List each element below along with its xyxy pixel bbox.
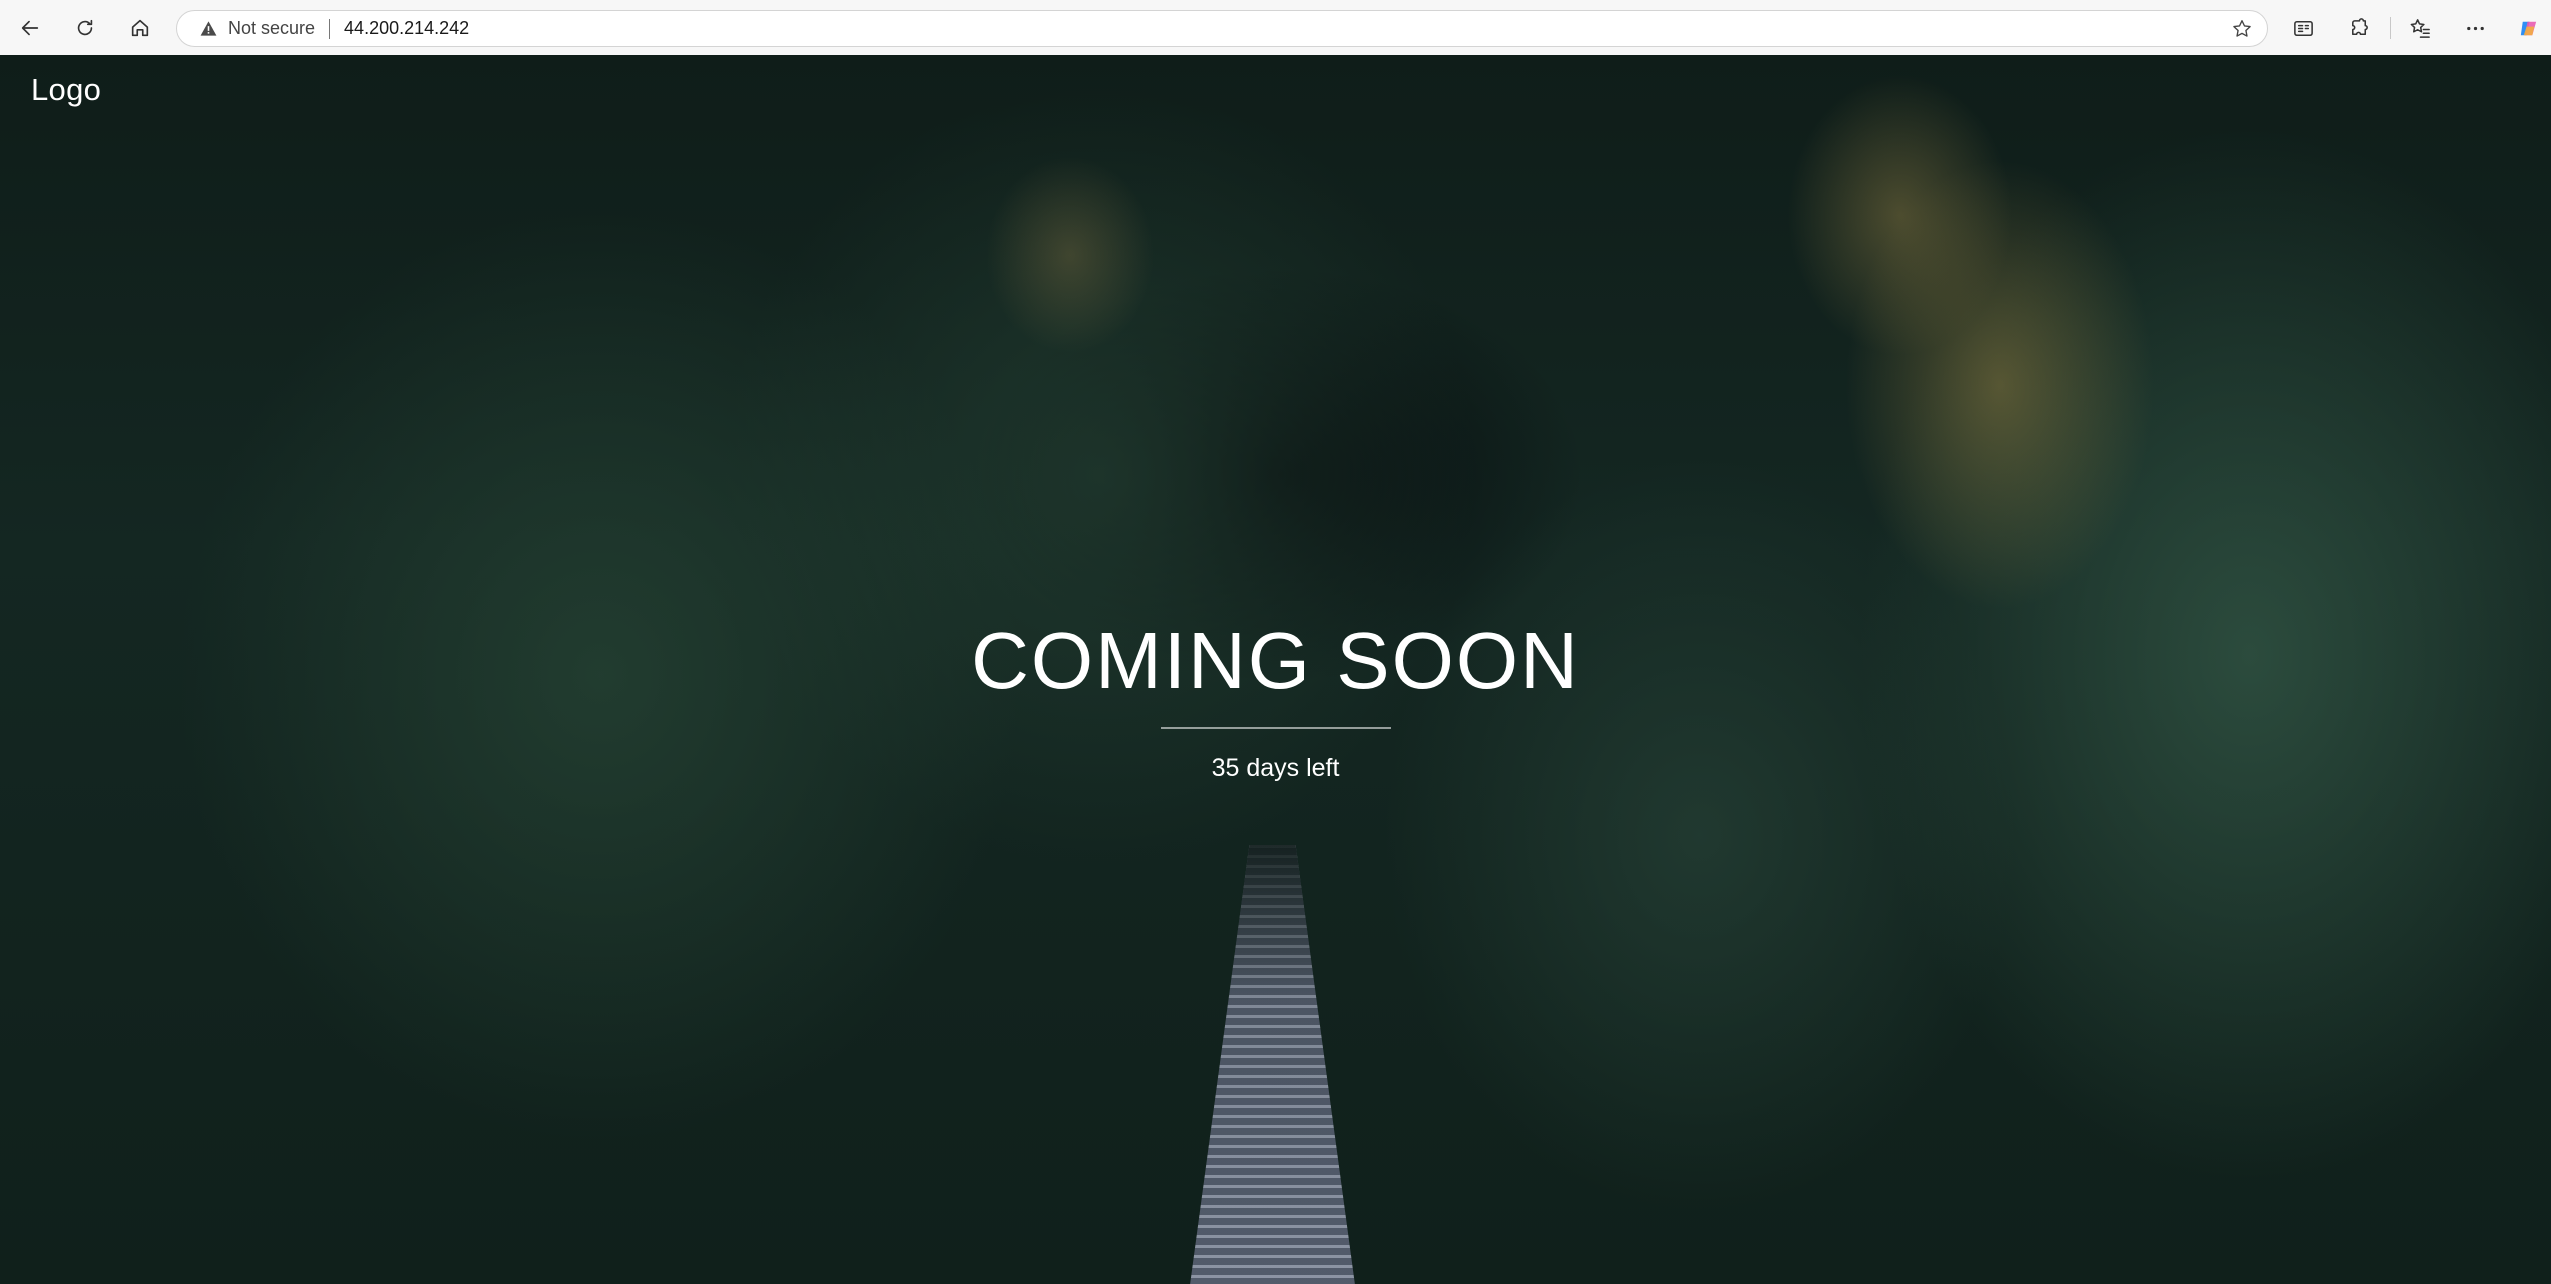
ellipsis-icon [2466, 26, 2484, 30]
reload-button[interactable] [68, 11, 102, 45]
settings-and-more-button[interactable] [2457, 11, 2493, 45]
page-viewport: Logo COMING SOON 35 days left [0, 55, 2551, 1284]
heading-divider [1161, 727, 1391, 729]
star-icon [2233, 20, 2251, 37]
add-favorite-button[interactable] [2231, 18, 2253, 40]
reload-icon [77, 19, 93, 36]
countdown-text: 35 days left [1211, 754, 1340, 782]
immersive-reader-icon [2293, 20, 2313, 36]
immersive-reader-button[interactable] [2285, 11, 2321, 45]
coming-soon-heading: COMING SOON [971, 616, 1580, 705]
copilot-button[interactable] [2510, 11, 2546, 45]
back-button[interactable] [13, 11, 47, 45]
url-separator [329, 18, 331, 39]
puzzle-piece-icon [2351, 17, 2368, 35]
toolbar-divider [2390, 17, 2391, 39]
back-arrow-icon [21, 20, 39, 36]
address-bar[interactable]: Not secure 44.200.214.242 [176, 10, 2268, 47]
favorites-icon [2410, 18, 2430, 38]
copilot-icon [2520, 21, 2536, 35]
security-status-label[interactable]: Not secure [228, 18, 315, 39]
favorites-button[interactable] [2402, 11, 2438, 45]
url-text[interactable]: 44.200.214.242 [344, 18, 469, 39]
extensions-button[interactable] [2341, 11, 2377, 45]
home-button[interactable] [123, 11, 157, 45]
site-logo[interactable]: Logo [31, 72, 101, 108]
warning-triangle-icon[interactable] [198, 19, 218, 39]
home-icon [131, 19, 149, 37]
browser-toolbar: Not secure 44.200.214.242 [0, 0, 2551, 55]
